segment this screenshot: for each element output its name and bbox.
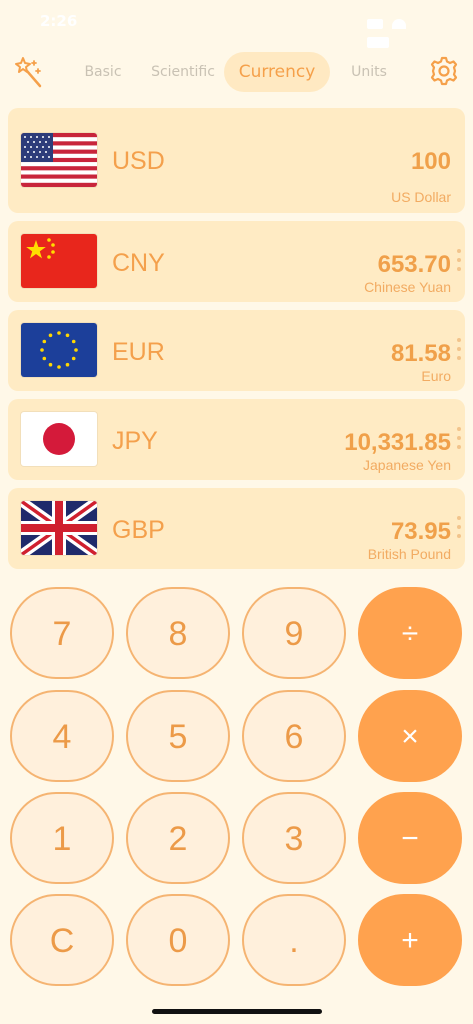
add-button[interactable]: +: [358, 894, 462, 986]
status-icons: [363, 14, 433, 48]
key-9[interactable]: 9: [242, 587, 346, 679]
key-3[interactable]: 3: [242, 792, 346, 884]
decimal-button[interactable]: .: [242, 894, 346, 986]
signal-icon: [367, 19, 383, 29]
key-2[interactable]: 2: [126, 792, 230, 884]
currency-card-jpy[interactable]: JPY 10,331.85 Japanese Yen: [8, 399, 465, 480]
top-bar: Basic Scientific Currency Units: [0, 50, 473, 96]
magic-wand-icon[interactable]: [12, 54, 44, 90]
tab-basic[interactable]: Basic: [72, 52, 134, 92]
key-4[interactable]: 4: [10, 690, 114, 782]
multiply-button[interactable]: ×: [358, 690, 462, 782]
currency-code: GBP: [112, 516, 165, 544]
currency-value: 653.70: [377, 251, 451, 278]
key-5[interactable]: 5: [126, 690, 230, 782]
currency-name: Chinese Yuan: [364, 279, 451, 295]
cn-flag-icon: [21, 234, 97, 288]
tab-scientific[interactable]: Scientific: [146, 52, 220, 92]
currency-name: British Pound: [367, 546, 451, 562]
currency-value: 100: [410, 148, 451, 175]
status-bar: 2:26: [0, 0, 473, 48]
currency-value: 73.95: [390, 518, 451, 545]
wifi-icon: [392, 19, 407, 29]
us-flag-icon: [21, 133, 97, 187]
currency-card-gbp[interactable]: GBP 73.95 British Pound: [8, 488, 465, 569]
jp-flag-icon: [21, 412, 97, 466]
currency-name: Euro: [421, 368, 451, 384]
key-7[interactable]: 7: [10, 587, 114, 679]
more-options-icon[interactable]: [456, 516, 462, 542]
status-time: 2:26: [40, 12, 78, 30]
home-indicator: [152, 1009, 322, 1014]
currency-card-usd[interactable]: USD 100 US Dollar: [8, 108, 465, 213]
more-options-icon[interactable]: [456, 249, 462, 275]
currency-card-eur[interactable]: EUR 81.58 Euro: [8, 310, 465, 391]
gear-icon[interactable]: [429, 56, 459, 86]
currency-code: USD: [112, 147, 165, 175]
tab-units[interactable]: Units: [340, 52, 398, 92]
currency-code: EUR: [112, 338, 165, 366]
currency-card-cny[interactable]: CNY 653.70 Chinese Yuan: [8, 221, 465, 302]
key-1[interactable]: 1: [10, 792, 114, 884]
currency-value: 81.58: [390, 340, 451, 367]
currency-value: 10,331.85: [344, 429, 451, 456]
key-6[interactable]: 6: [242, 690, 346, 782]
clear-button[interactable]: C: [10, 894, 114, 986]
divide-button[interactable]: ÷: [358, 587, 462, 679]
battery-icon: [367, 37, 389, 48]
currency-name: US Dollar: [391, 189, 451, 205]
key-8[interactable]: 8: [126, 587, 230, 679]
gb-flag-icon: [21, 501, 97, 555]
eu-flag-icon: [21, 323, 97, 377]
more-options-icon[interactable]: [456, 427, 462, 453]
currency-code: CNY: [112, 249, 165, 277]
subtract-button[interactable]: −: [358, 792, 462, 884]
currency-code: JPY: [112, 427, 158, 455]
key-0[interactable]: 0: [126, 894, 230, 986]
currency-name: Japanese Yen: [363, 457, 451, 473]
more-options-icon[interactable]: [456, 338, 462, 364]
tab-currency[interactable]: Currency: [224, 52, 330, 92]
